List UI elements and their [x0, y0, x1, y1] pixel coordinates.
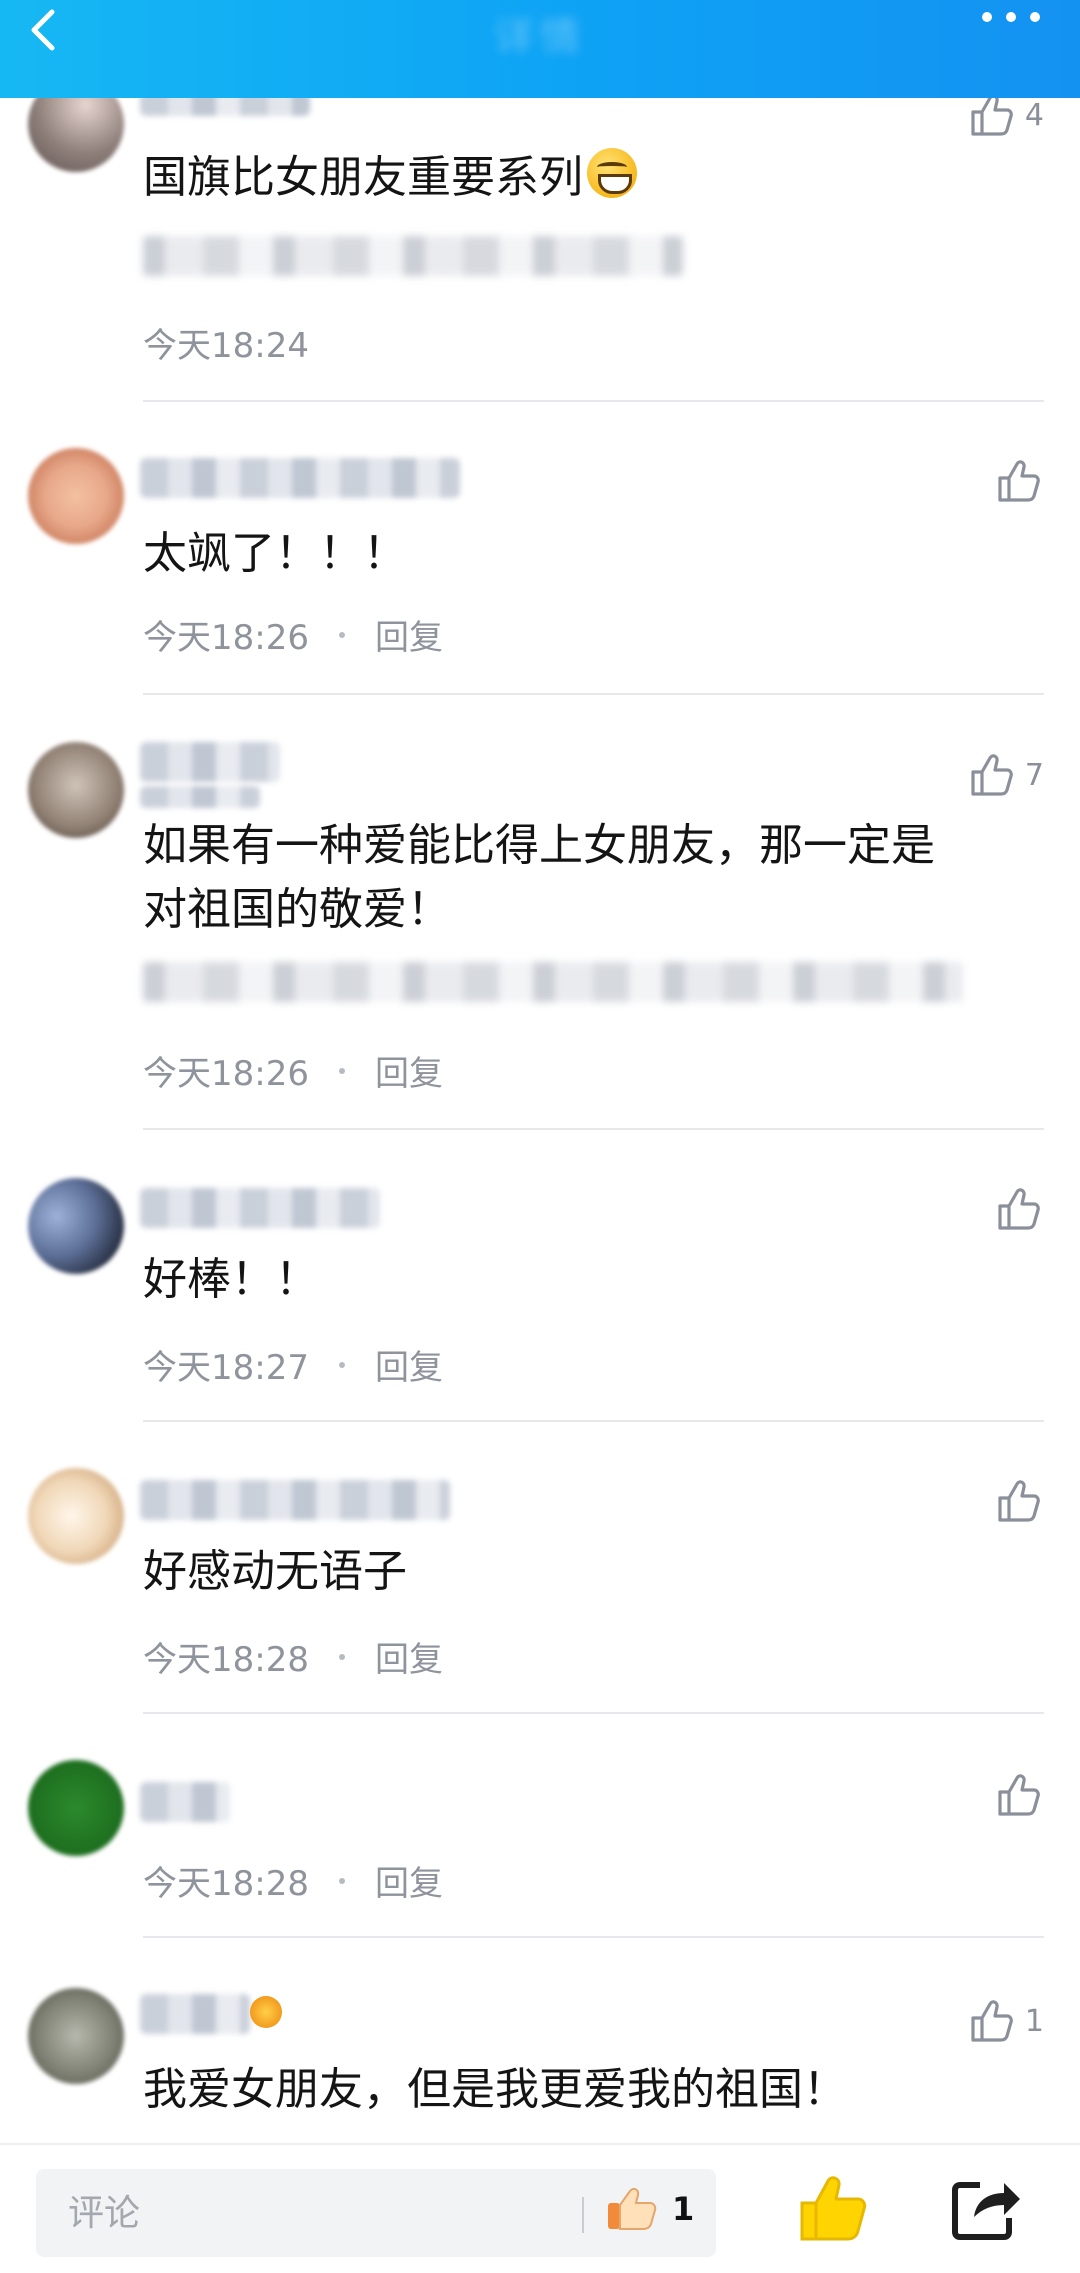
reply-link[interactable]: 回复: [375, 1340, 443, 1389]
thumbs-up-icon: [998, 1774, 1040, 1816]
thumbs-up-icon: [998, 1188, 1040, 1230]
divider: [143, 1712, 1044, 1714]
top-header: 详情: [0, 0, 1080, 98]
timestamp: 今天18:26: [143, 1054, 309, 1094]
bottom-action-bar: 1: [0, 2143, 1080, 2273]
username-suffix: [140, 786, 260, 808]
like-button[interactable]: [994, 1184, 1044, 1234]
reply-link[interactable]: 回复: [375, 610, 443, 659]
comment-meta: 今天18:28 回复: [143, 1632, 443, 1681]
comment-text: 太飒了！！！: [143, 528, 407, 579]
avatar[interactable]: [28, 742, 124, 838]
like-button[interactable]: 1: [967, 1996, 1044, 2046]
comment-text: 好感动无语子: [143, 1546, 407, 1597]
avatar[interactable]: [28, 1760, 124, 1856]
timestamp: 今天18:28: [143, 1864, 309, 1904]
timestamp: 今天18:27: [143, 1348, 309, 1388]
comment-text: 我爱女朋友，但是我更爱我的祖国！: [143, 2064, 847, 2115]
separator-dot: [338, 1067, 345, 1074]
separator-dot: [338, 1653, 345, 1660]
thumbs-up-icon: [971, 754, 1013, 796]
comment-meta: 今天18:28 回复: [143, 1856, 443, 1905]
more-dots-icon[interactable]: [982, 12, 1040, 22]
divider: [143, 693, 1044, 695]
tiger-badge-icon: [250, 1996, 282, 2028]
timestamp: 今天18:26: [143, 618, 309, 658]
timestamp: 今天18:28: [143, 1640, 309, 1680]
username[interactable]: [140, 742, 280, 782]
like-button[interactable]: [994, 456, 1044, 506]
timestamp: 今天18:24: [143, 326, 309, 366]
separator-dot: [338, 1361, 345, 1368]
like-count: 4: [1024, 97, 1044, 133]
like-button[interactable]: 7: [967, 750, 1044, 800]
reply-link[interactable]: 回复: [375, 1856, 443, 1905]
comment-meta: 今天18:27 回复: [143, 1340, 443, 1389]
like-count: 1: [1024, 2003, 1044, 2039]
comment-text: 如果有一种爱能比得上女朋友，那一定是 对祖国的敬爱！: [143, 820, 935, 935]
blurred-reply-preview: [143, 962, 963, 1002]
thumbs-up-color-icon: [608, 2187, 657, 2230]
separator-dot: [338, 1877, 345, 1884]
like-count: 7: [1024, 757, 1044, 793]
divider: [143, 1420, 1044, 1422]
page-title: 详情: [494, 14, 586, 60]
share-icon[interactable]: [950, 2173, 1022, 2245]
username[interactable]: [140, 1480, 450, 1520]
like-button[interactable]: [994, 1476, 1044, 1526]
comment-text: 好棒！！: [143, 1254, 319, 1305]
comment-meta: 今天18:26 回复: [143, 610, 443, 659]
comment-like-badge[interactable]: 1: [606, 2185, 694, 2233]
like-button[interactable]: [994, 1770, 1044, 1820]
comment-text: 国旗比女朋友重要系列: [143, 146, 1040, 210]
comment-list: 4 国旗比女朋友重要系列 今天18:24 太飒了！！！ 今天18:26 回复 7…: [0, 0, 1080, 2150]
thumbs-up-icon: [971, 2000, 1013, 2042]
username[interactable]: [140, 1994, 250, 2034]
reply-link[interactable]: 回复: [375, 1632, 443, 1681]
separator-dot: [338, 631, 345, 638]
thumbs-up-icon: [998, 1480, 1040, 1522]
avatar[interactable]: [28, 1988, 124, 2084]
username[interactable]: [140, 1188, 380, 1228]
avatar[interactable]: [28, 1178, 124, 1274]
divider: [143, 1936, 1044, 1938]
comment-meta: 今天18:26 回复: [143, 1046, 443, 1095]
username[interactable]: [140, 1782, 230, 1822]
reply-link[interactable]: 回复: [375, 1046, 443, 1095]
like-count: 1: [672, 2190, 695, 2228]
like-icon[interactable]: [796, 2169, 872, 2245]
thumbs-up-icon: [998, 460, 1040, 502]
username[interactable]: [140, 458, 460, 498]
divider: [143, 400, 1044, 402]
divider: [143, 1128, 1044, 1130]
input-separator: [582, 2197, 584, 2233]
comment-meta: 今天18:24: [143, 318, 309, 367]
grin-sweat-emoji-icon: [587, 148, 637, 198]
avatar[interactable]: [28, 1468, 124, 1564]
blurred-reply-preview: [143, 236, 683, 276]
avatar[interactable]: [28, 448, 124, 544]
